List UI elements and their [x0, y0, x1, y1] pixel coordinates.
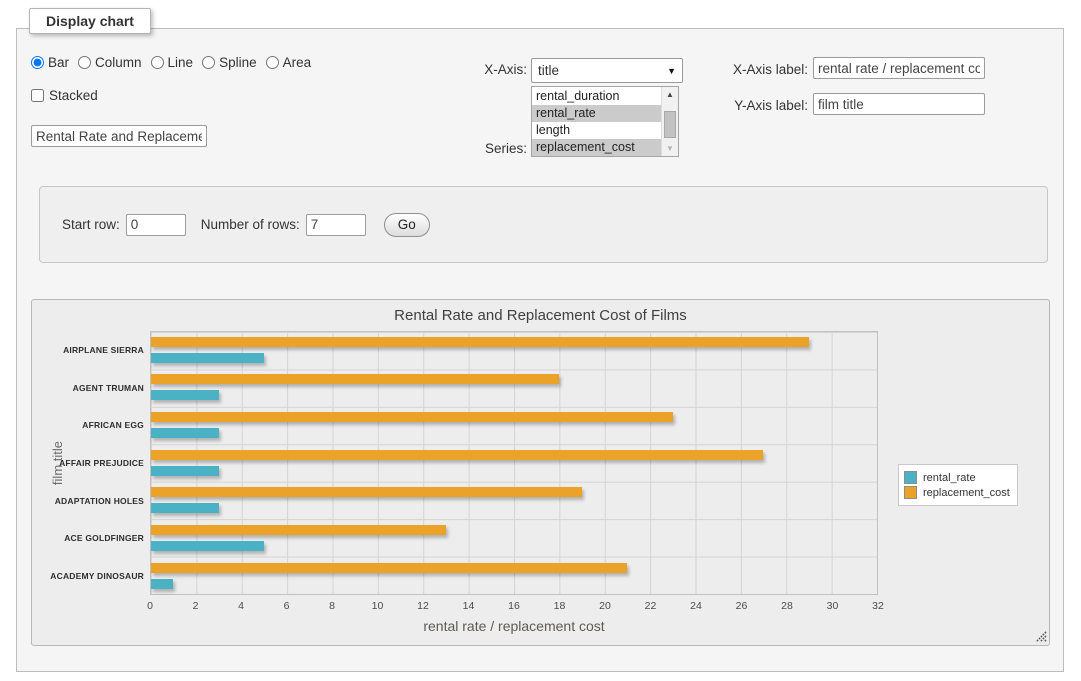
series-option-rental-rate[interactable]: rental_rate	[532, 105, 661, 122]
chart-type-radio-column[interactable]	[78, 56, 91, 69]
x-tick-14: 14	[463, 600, 475, 612]
chart-title: Rental Rate and Replacement Cost of Film…	[32, 307, 1049, 324]
series-scrollbar[interactable]: ▲ ▼	[661, 87, 678, 156]
chevron-down-icon: ▼	[667, 66, 676, 76]
x-tick-24: 24	[690, 600, 702, 612]
chart-type-label: Area	[283, 55, 312, 70]
series-listbox[interactable]: rental_durationrental_ratelengthreplacem…	[531, 86, 679, 157]
row-controls-panel: Start row: Number of rows: Go	[39, 186, 1048, 263]
bar-replacement-cost-academy-dinosaur	[151, 563, 627, 573]
x-tick-28: 28	[781, 600, 793, 612]
display-chart-fieldset: Display chart BarColumnLineSplineArea St…	[16, 28, 1064, 672]
stacked-label: Stacked	[49, 88, 98, 103]
x-tick-10: 10	[372, 600, 384, 612]
scrollbar-thumb[interactable]	[664, 111, 676, 138]
bar-rental-rate-academy-dinosaur	[151, 579, 173, 589]
x-tick-12: 12	[417, 600, 429, 612]
plot-area	[150, 331, 878, 595]
x-tick-18: 18	[554, 600, 566, 612]
scroll-up-icon[interactable]: ▲	[662, 90, 678, 99]
chart-type-label: Line	[168, 55, 194, 70]
legend-swatch-rental-rate	[904, 471, 917, 484]
x-tick-0: 0	[147, 600, 153, 612]
bar-rental-rate-affair-prejudice	[151, 466, 219, 476]
series-options: rental_durationrental_ratelengthreplacem…	[532, 87, 661, 156]
chart-type-option-line[interactable]: Line	[151, 55, 194, 70]
x-axis-label-label: X-Axis label:	[708, 62, 808, 77]
category-label-adaptation-holes: ADAPTATION HOLES	[36, 482, 144, 520]
chart-type-option-spline[interactable]: Spline	[202, 55, 257, 70]
bar-replacement-cost-agent-truman	[151, 374, 559, 384]
fieldset-legend: Display chart	[29, 8, 151, 34]
legend-row-replacement-cost: replacement_cost	[904, 486, 1010, 499]
category-label-airplane-sierra: AIRPLANE SIERRA	[36, 331, 144, 369]
chart-type-label: Column	[95, 55, 142, 70]
bar-rental-rate-adaptation-holes	[151, 503, 219, 513]
stacked-checkbox[interactable]	[31, 89, 44, 102]
bar-replacement-cost-ace-goldfinger	[151, 525, 446, 535]
chart-type-label: Spline	[219, 55, 257, 70]
x-axis-select-label: X-Axis:	[443, 62, 527, 77]
category-label-african-egg: AFRICAN EGG	[36, 406, 144, 444]
series-option-length[interactable]: length	[532, 122, 661, 139]
bar-replacement-cost-adaptation-holes	[151, 487, 582, 497]
chart-type-option-column[interactable]: Column	[78, 55, 142, 70]
bar-rental-rate-airplane-sierra	[151, 353, 264, 363]
x-axis-title: rental rate / replacement cost	[150, 618, 878, 634]
chart-type-radio-line[interactable]	[151, 56, 164, 69]
category-label-agent-truman: AGENT TRUMAN	[36, 369, 144, 407]
number-of-rows-label: Number of rows:	[201, 217, 300, 232]
legend-label: replacement_cost	[923, 487, 1010, 499]
stacked-checkbox-row[interactable]: Stacked	[31, 88, 98, 103]
x-tick-20: 20	[599, 600, 611, 612]
chart-type-radio-spline[interactable]	[202, 56, 215, 69]
resize-grip-icon[interactable]	[1034, 630, 1047, 643]
chart-type-label: Bar	[48, 55, 69, 70]
bar-rental-rate-african-egg	[151, 428, 219, 438]
chart-type-option-bar[interactable]: Bar	[31, 55, 69, 70]
legend-label: rental_rate	[923, 472, 976, 484]
bar-replacement-cost-african-egg	[151, 412, 673, 422]
start-row-input[interactable]	[126, 214, 186, 236]
bar-replacement-cost-airplane-sierra	[151, 337, 809, 347]
x-axis-selected-value: title	[538, 63, 559, 78]
x-tick-30: 30	[827, 600, 839, 612]
category-label-academy-dinosaur: ACADEMY DINOSAUR	[36, 557, 144, 595]
y-axis-label-input[interactable]	[813, 93, 985, 115]
bar-rental-rate-agent-truman	[151, 390, 219, 400]
number-of-rows-input[interactable]	[306, 214, 366, 236]
chart-title-input[interactable]	[31, 125, 207, 147]
chart-type-radio-bar[interactable]	[31, 56, 44, 69]
x-tick-6: 6	[284, 600, 290, 612]
x-tick-22: 22	[645, 600, 657, 612]
x-tick-32: 32	[872, 600, 884, 612]
x-tick-2: 2	[193, 600, 199, 612]
series-option-rental-duration[interactable]: rental_duration	[532, 88, 661, 105]
x-axis-select[interactable]: title ▼	[531, 58, 683, 83]
chart-type-radio-area[interactable]	[266, 56, 279, 69]
legend-swatch-replacement-cost	[904, 486, 917, 499]
chart-type-radio-group: Bar Column Line Spline Area	[31, 55, 320, 70]
category-label-affair-prejudice: AFFAIR PREJUDICE	[36, 444, 144, 482]
bar-rental-rate-ace-goldfinger	[151, 541, 264, 551]
y-axis-label-label: Y-Axis label:	[708, 98, 808, 113]
x-tick-4: 4	[238, 600, 244, 612]
chart-legend: rental_rate replacement_cost	[898, 464, 1018, 506]
x-tick-26: 26	[736, 600, 748, 612]
scroll-down-icon[interactable]: ▼	[662, 144, 678, 153]
category-label-ace-goldfinger: ACE GOLDFINGER	[36, 520, 144, 558]
chart-type-option-area[interactable]: Area	[266, 55, 312, 70]
go-button[interactable]: Go	[384, 213, 430, 237]
legend-row-rental-rate: rental_rate	[904, 471, 1010, 484]
x-axis-label-input[interactable]	[813, 57, 985, 79]
page: Display chart Bar Column Line Spline Area St…	[0, 0, 1081, 681]
x-tick-8: 8	[329, 600, 335, 612]
series-option-replacement-cost[interactable]: replacement_cost	[532, 139, 661, 156]
start-row-label: Start row:	[62, 217, 120, 232]
series-select-label: Series:	[443, 141, 527, 156]
x-tick-16: 16	[508, 600, 520, 612]
bar-replacement-cost-affair-prejudice	[151, 450, 763, 460]
chart-container: Rental Rate and Replacement Cost of Film…	[31, 299, 1050, 646]
